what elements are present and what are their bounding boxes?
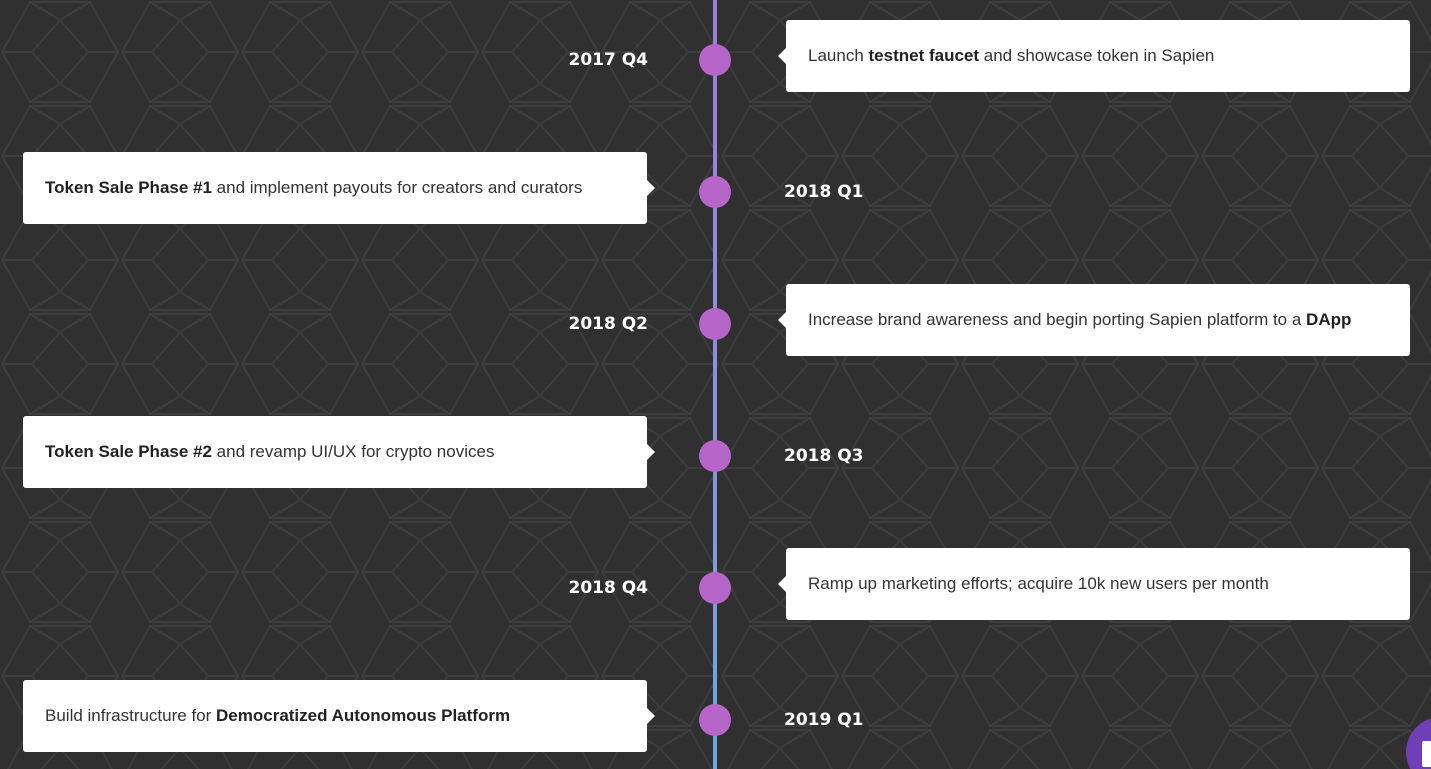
timeline-card-text: Token Sale Phase #2 and revamp UI/UX for… [45, 442, 494, 462]
card-text-segment: Increase brand awareness and begin porti… [808, 310, 1307, 329]
timeline-card: Token Sale Phase #2 and revamp UI/UX for… [23, 416, 655, 488]
timeline-dot [699, 440, 731, 472]
card-text-segment: and revamp UI/UX for crypto novices [211, 442, 495, 461]
timeline-card-text: Build infrastructure for Democratized Au… [45, 706, 510, 726]
card-text-segment: Ramp up marketing efforts; acquire 10k n… [808, 574, 1269, 593]
timeline-dot [699, 44, 731, 76]
timeline-date: 2018 Q4 [568, 578, 648, 598]
timeline-card-text: Token Sale Phase #1 and implement payout… [45, 178, 582, 198]
card-text-highlight: testnet faucet [868, 46, 980, 65]
timeline-date: 2019 Q1 [784, 710, 864, 730]
card-text-highlight: DApp [1306, 310, 1352, 329]
card-text-highlight: Token Sale Phase #2 [45, 442, 212, 461]
timeline-date: 2018 Q1 [784, 182, 864, 202]
card-text-segment: and showcase token in Sapien [979, 46, 1215, 65]
card-text-segment: and implement payouts for creators and c… [211, 178, 583, 197]
timeline-line [713, 0, 717, 769]
timeline-dot [699, 176, 731, 208]
timeline-card: Ramp up marketing efforts; acquire 10k n… [778, 548, 1410, 620]
timeline-card: Launch testnet faucet and showcase token… [778, 20, 1410, 92]
timeline-card-text: Launch testnet faucet and showcase token… [808, 46, 1214, 66]
chat-icon [1422, 741, 1431, 767]
timeline-dot [699, 704, 731, 736]
card-text-highlight: Democratized Autonomous Platform [216, 706, 511, 725]
timeline-date: 2018 Q2 [568, 314, 648, 334]
timeline-date: 2017 Q4 [568, 50, 648, 70]
timeline-card-text: Increase brand awareness and begin porti… [808, 310, 1351, 330]
card-text-highlight: Token Sale Phase #1 [45, 178, 212, 197]
timeline-card-text: Ramp up marketing efforts; acquire 10k n… [808, 574, 1269, 594]
timeline-date: 2018 Q3 [784, 446, 864, 466]
timeline-card: Token Sale Phase #1 and implement payout… [23, 152, 655, 224]
timeline-dot [699, 572, 731, 604]
card-text-segment: Build infrastructure for [45, 706, 217, 725]
timeline-card: Increase brand awareness and begin porti… [778, 284, 1410, 356]
timeline-card: Build infrastructure for Democratized Au… [23, 680, 655, 752]
timeline-dot [699, 308, 731, 340]
card-text-segment: Launch [808, 46, 869, 65]
